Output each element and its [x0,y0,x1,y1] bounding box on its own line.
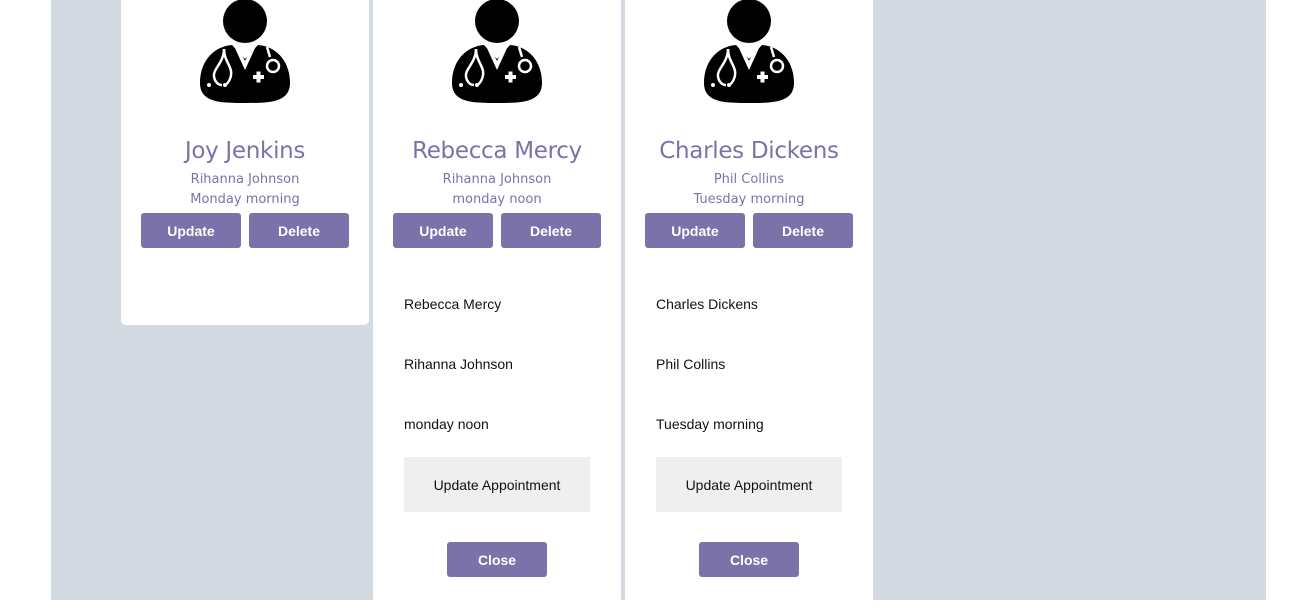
doctor-icon [702,0,796,105]
patient-name: Phil Collins [713,172,785,187]
update-appointment-button[interactable]: Update Appointment [404,457,590,512]
doctor-field[interactable]: Rebecca Mercy [404,296,501,312]
delete-button[interactable]: Delete [249,213,349,248]
update-button[interactable]: Update [141,213,241,248]
update-appointment-button[interactable]: Update Appointment [656,457,842,512]
doctor-name: Charles Dickens [659,138,839,164]
delete-button[interactable]: Delete [501,213,601,248]
appointment-time: monday noon [452,192,542,207]
patient-name: Rihanna Johnson [190,172,300,187]
close-button[interactable]: Close [447,542,547,577]
doctor-name: Joy Jenkins [184,138,306,164]
update-button[interactable]: Update [393,213,493,248]
update-button[interactable]: Update [645,213,745,248]
doctor-card: Charles Dickens Phil Collins Tuesday mor… [625,0,873,610]
doctor-field[interactable]: Charles Dickens [656,296,758,312]
doctor-card: Joy Jenkins Rihanna Johnson Monday morni… [121,0,369,325]
appointment-time: Tuesday morning [693,192,805,207]
patient-name: Rihanna Johnson [442,172,552,187]
appointment-time: Monday morning [190,192,300,207]
patient-field[interactable]: Rihanna Johnson [404,356,513,372]
time-field[interactable]: Tuesday morning [656,416,764,432]
delete-button[interactable]: Delete [753,213,853,248]
doctor-name: Rebecca Mercy [412,138,582,164]
patient-field[interactable]: Phil Collins [656,356,725,372]
doctor-card: Rebecca Mercy Rihanna Johnson monday noo… [373,0,621,610]
time-field[interactable]: monday noon [404,416,489,432]
doctor-icon [198,0,292,105]
doctor-icon [450,0,544,105]
close-button[interactable]: Close [699,542,799,577]
